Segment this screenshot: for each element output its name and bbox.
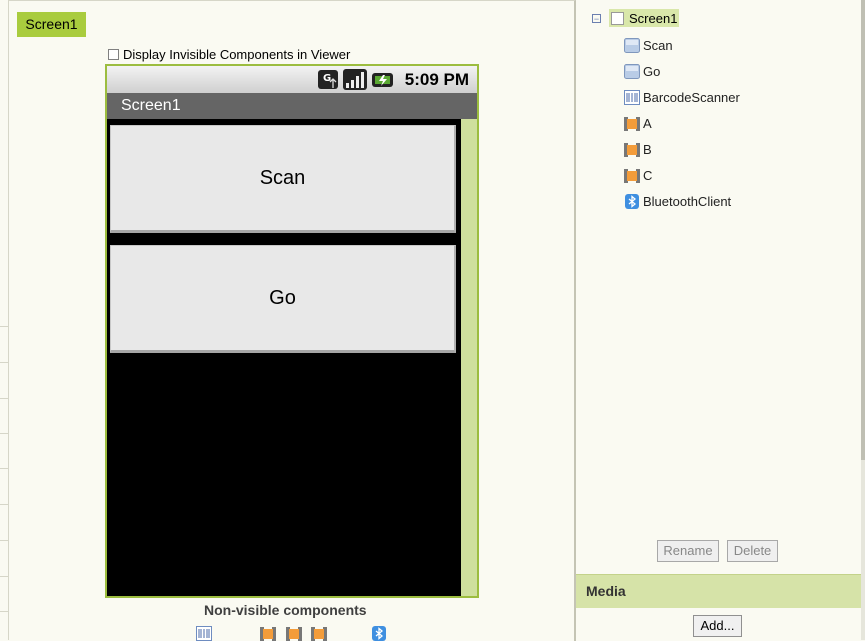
phone-scrollbar[interactable]	[461, 119, 477, 596]
clock-icon	[624, 117, 640, 131]
collapse-icon[interactable]: −	[592, 13, 601, 23]
bluetooth-icon[interactable]	[371, 626, 387, 641]
tree-item-a[interactable]: A	[624, 116, 652, 131]
tree-item-bluetoothclient[interactable]: BluetoothClient	[624, 194, 731, 209]
media-header: Media	[576, 574, 861, 608]
tree-item-b[interactable]: B	[624, 142, 652, 157]
tree-item-screen1[interactable]: Screen1	[609, 9, 680, 27]
phone-status-bar: G 5:09 PM	[107, 66, 477, 93]
barcode-scanner-icon	[624, 90, 640, 105]
tree-item-label: Screen1	[629, 11, 678, 26]
tree-item-label: BarcodeScanner	[643, 90, 740, 105]
battery-charging-icon	[372, 73, 393, 87]
panel-scrollbar[interactable]	[861, 0, 865, 640]
delete-button[interactable]: Delete	[727, 540, 778, 562]
tree-item-barcodescanner[interactable]: BarcodeScanner	[624, 90, 740, 105]
clock-icon	[624, 143, 640, 157]
tree-item-label: B	[643, 142, 652, 157]
scan-button[interactable]: Scan	[110, 125, 456, 233]
tree-item-label: Go	[643, 64, 661, 79]
left-edge-strip	[0, 0, 9, 640]
tree-item-c[interactable]: C	[624, 168, 652, 183]
phone-preview: G 5:09 PM Screen1 Scan Go	[105, 64, 479, 598]
display-invisible-toggle[interactable]: Display Invisible Components in Viewer	[108, 47, 350, 62]
svg-text:G: G	[323, 73, 331, 84]
display-invisible-checkbox[interactable]	[108, 49, 119, 60]
tree-item-label: Scan	[643, 38, 673, 53]
screen-tab[interactable]: Screen1	[17, 12, 86, 37]
button-icon	[624, 64, 640, 79]
screen-icon	[611, 12, 624, 25]
tree-item-label: A	[643, 116, 652, 131]
rename-button[interactable]: Rename	[657, 540, 719, 562]
nonvisible-components-title: Non-visible components	[204, 602, 367, 618]
panel-scrollbar-thumb[interactable]	[861, 0, 865, 460]
clock-icon	[624, 169, 640, 183]
clock-icon[interactable]	[311, 626, 327, 641]
data-transfer-icon: G	[318, 70, 338, 89]
components-panel: − Screen1 Scan Go BarcodeScanner A B C B…	[576, 0, 865, 640]
tree-item-label: BluetoothClient	[643, 194, 732, 209]
tree-item-label: C	[643, 168, 653, 183]
viewer-panel: Screen1 Display Invisible Components in …	[9, 0, 576, 641]
button-icon	[624, 38, 640, 53]
tree-item-scan[interactable]: Scan	[624, 38, 673, 53]
go-button[interactable]: Go	[110, 245, 456, 353]
signal-strength-icon	[343, 69, 367, 90]
add-media-button[interactable]: Add...	[693, 615, 742, 637]
tree-item-go[interactable]: Go	[624, 64, 660, 79]
bluetooth-icon	[625, 194, 639, 209]
barcode-scanner-icon[interactable]	[196, 626, 212, 641]
tree-root: − Screen1	[592, 9, 680, 27]
display-invisible-label: Display Invisible Components in Viewer	[123, 47, 351, 62]
clock-icon[interactable]	[260, 626, 276, 641]
phone-title-bar: Screen1	[107, 93, 477, 119]
status-time: 5:09 PM	[404, 70, 469, 89]
clock-icon[interactable]	[286, 626, 302, 641]
